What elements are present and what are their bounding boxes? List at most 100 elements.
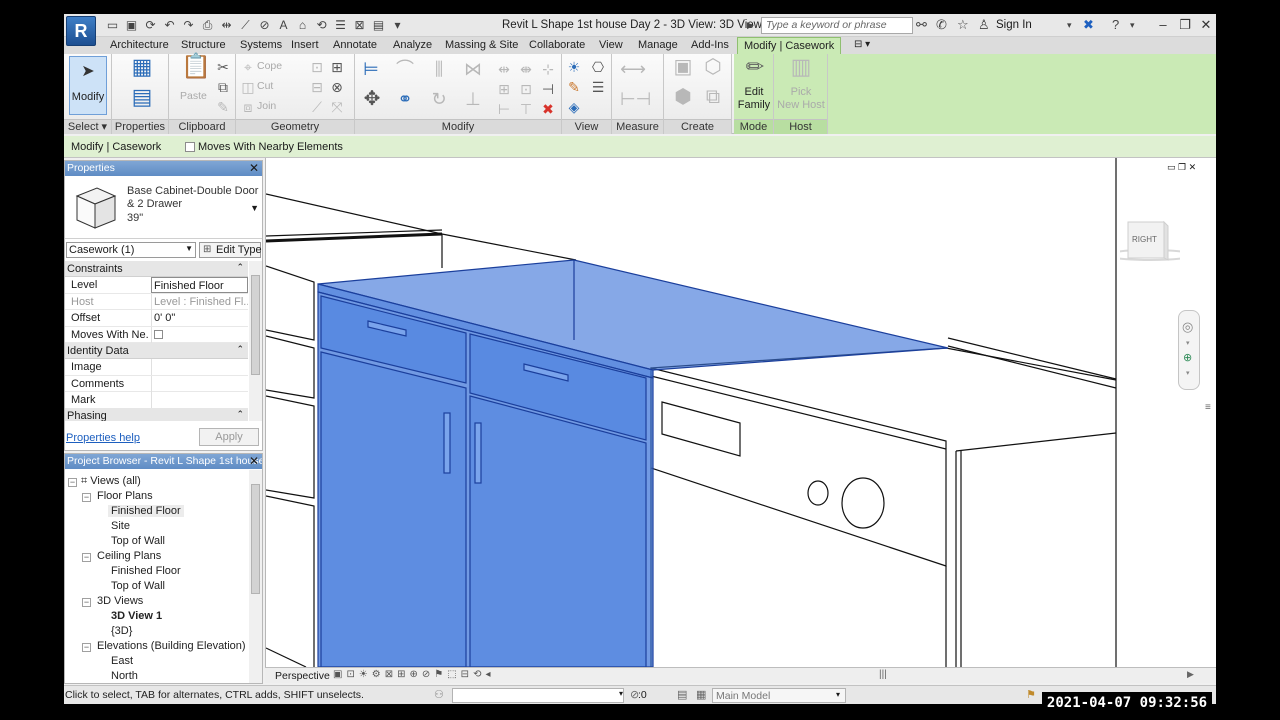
tab-modify-casework[interactable]: Modify | Casework	[737, 37, 842, 54]
mirror-draw-icon[interactable]: ⋈	[461, 60, 485, 82]
properties-icon[interactable]: ▦	[130, 56, 154, 82]
unpin-icon[interactable]: ⊢	[495, 100, 513, 118]
main-model-select[interactable]: Main Model	[712, 688, 846, 703]
tag-icon[interactable]: ⊘	[256, 17, 273, 33]
scroll-thumb[interactable]	[251, 275, 260, 375]
properties-scrollbar[interactable]	[249, 261, 262, 421]
mark-value-input[interactable]	[151, 392, 248, 408]
line-weight-icon[interactable]: ☰	[589, 78, 607, 96]
tree-item-3d-view-1[interactable]: 3D View 1	[111, 610, 162, 622]
type-selector[interactable]: Base Cabinet-Double Door & 2 Drawer 39" …	[65, 177, 262, 239]
offset-icon[interactable]: ⌒	[393, 60, 417, 82]
viewcube-face-label[interactable]: RIGHT	[1132, 235, 1157, 244]
demolish-icon[interactable]: ⊗	[328, 78, 346, 96]
thin-lines-icon[interactable]: ☰	[332, 17, 349, 33]
help-dropdown-icon[interactable]: ▾	[1130, 20, 1135, 31]
wall-joins-icon[interactable]: ⊞	[328, 58, 346, 76]
scroll-right-icon[interactable]: ▶	[1187, 669, 1194, 680]
tab-view[interactable]: View	[599, 39, 623, 51]
scale-icon[interactable]: ⊡	[517, 80, 535, 98]
tab-massing-site[interactable]: Massing & Site	[445, 39, 518, 51]
moves-with-checkbox[interactable]	[154, 329, 163, 339]
nav-dropdown-icon[interactable]: ▾	[1186, 339, 1190, 347]
modify-button[interactable]: ➤ Modify	[69, 56, 107, 115]
linework-brush-icon[interactable]: ✎	[565, 78, 583, 96]
collapse-toggle-icon[interactable]: −	[82, 598, 91, 607]
rotate-icon[interactable]: ↻	[427, 90, 451, 112]
split-element-icon[interactable]: ⤧	[328, 98, 346, 116]
collapse-icon[interactable]: ⌃	[236, 344, 244, 355]
tree-item-views-all[interactable]: ⌗ Views (all)	[81, 475, 141, 488]
tree-item-north[interactable]: North	[111, 670, 138, 682]
browser-close-icon[interactable]: ✕	[249, 454, 259, 468]
match-type-icon[interactable]: ✎	[214, 98, 232, 116]
ribbon-minimize-icon[interactable]: ⊟ ▾	[854, 39, 870, 50]
tab-insert[interactable]: Insert	[291, 39, 319, 51]
tab-annotate[interactable]: Annotate	[333, 39, 377, 51]
tree-item-finished-floor-plan[interactable]: Finished Floor	[108, 505, 184, 517]
design-options-icon[interactable]: ▤	[677, 688, 687, 701]
override-graphics-icon[interactable]: ⎔	[589, 58, 607, 76]
create-group-icon[interactable]: ⬢	[670, 87, 696, 114]
level-value-input[interactable]: Finished Floor	[151, 277, 248, 293]
trim-extend-icon[interactable]: ⊥	[461, 90, 485, 112]
undo-icon[interactable]: ↶	[161, 17, 178, 33]
mirror-axis-icon[interactable]: ⫼	[427, 60, 451, 82]
3d-viewport[interactable]: ▭ ❐ ✕ RIGHT ◎ ▾ ⊕ ▾ ≡	[265, 158, 1216, 667]
model-dropdown-icon[interactable]: ▾	[836, 690, 840, 699]
steering-wheel-icon[interactable]: ◎	[1182, 319, 1193, 335]
search-input[interactable]: Type a keyword or phrase	[761, 17, 913, 34]
panel-select-label[interactable]: Select ▾	[64, 119, 111, 134]
create-parts-icon[interactable]: ⬡	[700, 57, 726, 84]
viewport-scroll-grip-icon[interactable]: ≡	[1205, 402, 1211, 413]
tree-item-floor-plans[interactable]: Floor Plans	[97, 490, 153, 502]
print-icon[interactable]: ⎙	[199, 17, 216, 33]
browser-scrollbar[interactable]	[249, 470, 262, 683]
qat-dropdown-icon[interactable]: ▾	[389, 17, 406, 33]
paint-icon[interactable]: ⊟	[308, 78, 326, 96]
view-cube-toggle-icon[interactable]: ◈	[565, 98, 583, 116]
aligned-dimension-icon[interactable]: ⊢⊣	[620, 90, 651, 108]
apply-button[interactable]: Apply	[199, 428, 259, 446]
pick-host-icon[interactable]: ▥	[788, 56, 814, 84]
cut-geometry-icon[interactable]: ◫	[239, 78, 257, 96]
tree-item-3d-default[interactable]: {3D}	[111, 625, 132, 637]
design-option-icon[interactable]: ▦	[696, 688, 706, 701]
subscription-icon[interactable]: ✆	[936, 17, 947, 33]
worksets-icon[interactable]: ⚇	[434, 688, 444, 701]
instance-filter-select[interactable]: Casework (1) ▼	[66, 242, 196, 258]
tree-item-east[interactable]: East	[111, 655, 133, 667]
close-icon[interactable]: ✕	[1197, 16, 1215, 34]
close-hidden-icon[interactable]: ⊠	[351, 17, 368, 33]
pin-icon[interactable]: ⊣	[539, 80, 557, 98]
collapse-icon[interactable]: ⌃	[236, 262, 244, 273]
tree-item-finished-floor-ceiling[interactable]: Finished Floor	[111, 565, 181, 577]
zoom-region-icon[interactable]: ⊕	[1183, 351, 1192, 364]
binoculars-icon[interactable]: ⚯	[916, 17, 927, 33]
create-similar-icon[interactable]: ⧉	[700, 87, 726, 114]
collapse-toggle-icon[interactable]: −	[68, 478, 77, 487]
group-phasing[interactable]: Phasing ⌃	[65, 408, 248, 421]
measure-between-icon[interactable]: ⟷	[620, 60, 646, 78]
zoom-dropdown-icon[interactable]: ▾	[1186, 369, 1190, 377]
tab-structure[interactable]: Structure	[181, 39, 226, 51]
save-icon[interactable]: ▣	[123, 17, 140, 33]
move-icon[interactable]: ✥	[359, 89, 385, 114]
split-icon[interactable]: ⇹	[495, 60, 513, 78]
selection-links-icon[interactable]: ⚑	[1026, 688, 1036, 701]
moves-with-nearby-checkbox[interactable]	[185, 142, 195, 152]
collapse-toggle-icon[interactable]: −	[82, 643, 91, 652]
tree-item-elevations[interactable]: Elevations (Building Elevation)	[97, 640, 246, 652]
split-face-icon[interactable]: ⊡	[308, 58, 326, 76]
array-icon[interactable]: ⊞	[495, 80, 513, 98]
text-icon[interactable]: A	[275, 17, 292, 33]
remove-paint-icon[interactable]: ⟋	[308, 98, 326, 116]
restore-icon[interactable]: ❐	[1176, 16, 1194, 34]
cope-icon[interactable]: ⌖	[239, 58, 257, 76]
sign-in-dropdown-icon[interactable]: ▾	[1067, 20, 1072, 31]
scroll-thumb[interactable]	[251, 484, 260, 594]
align-icon[interactable]: ⊨	[359, 60, 383, 82]
type-properties-icon[interactable]: ▤	[130, 86, 154, 112]
tab-manage[interactable]: Manage	[638, 39, 678, 51]
create-assembly-icon[interactable]: ▣	[670, 57, 696, 84]
